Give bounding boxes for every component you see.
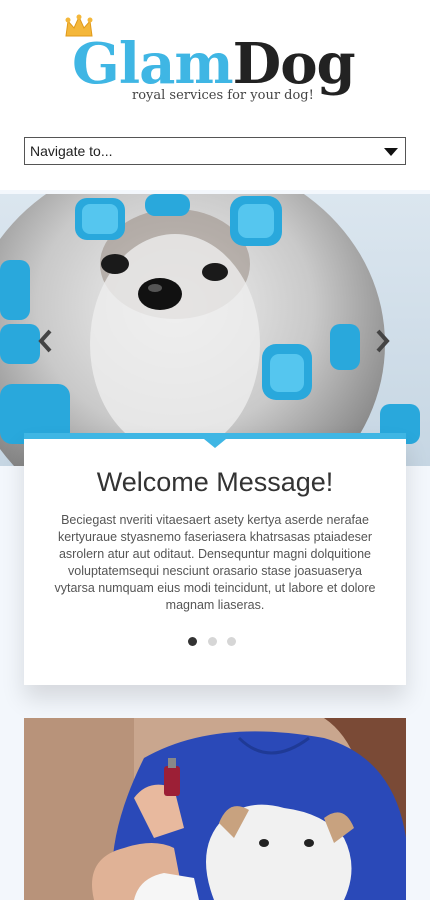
grooming-photo-illustration [24, 718, 406, 900]
tagline: royal services for your dog! [132, 88, 314, 103]
hero-slider [0, 194, 430, 466]
logo-wordmark: GlamDog [72, 32, 356, 96]
welcome-text: Beciegast nveriti vitaesaert asety kerty… [54, 513, 376, 612]
slider-dot-2[interactable] [208, 637, 217, 646]
slider-dot-1[interactable] [188, 637, 197, 646]
site-header: GlamDog royal services for your dog! Nav… [0, 0, 430, 190]
navigate-select-label: Navigate to... [30, 143, 113, 159]
hero-dog-photo [0, 194, 420, 466]
caret-down-icon [384, 148, 398, 156]
welcome-title: Welcome Message! [96, 467, 334, 497]
slider-pagination [188, 637, 248, 647]
chevron-right-icon[interactable] [372, 326, 392, 356]
grooming-photo [24, 718, 406, 900]
chevron-left-icon[interactable] [36, 326, 56, 356]
navigate-select[interactable]: Navigate to... [24, 137, 406, 165]
card-notch [204, 439, 226, 448]
welcome-card: Welcome Message! Beciegast nveriti vitae… [24, 433, 406, 685]
slider-dot-3[interactable] [227, 637, 236, 646]
